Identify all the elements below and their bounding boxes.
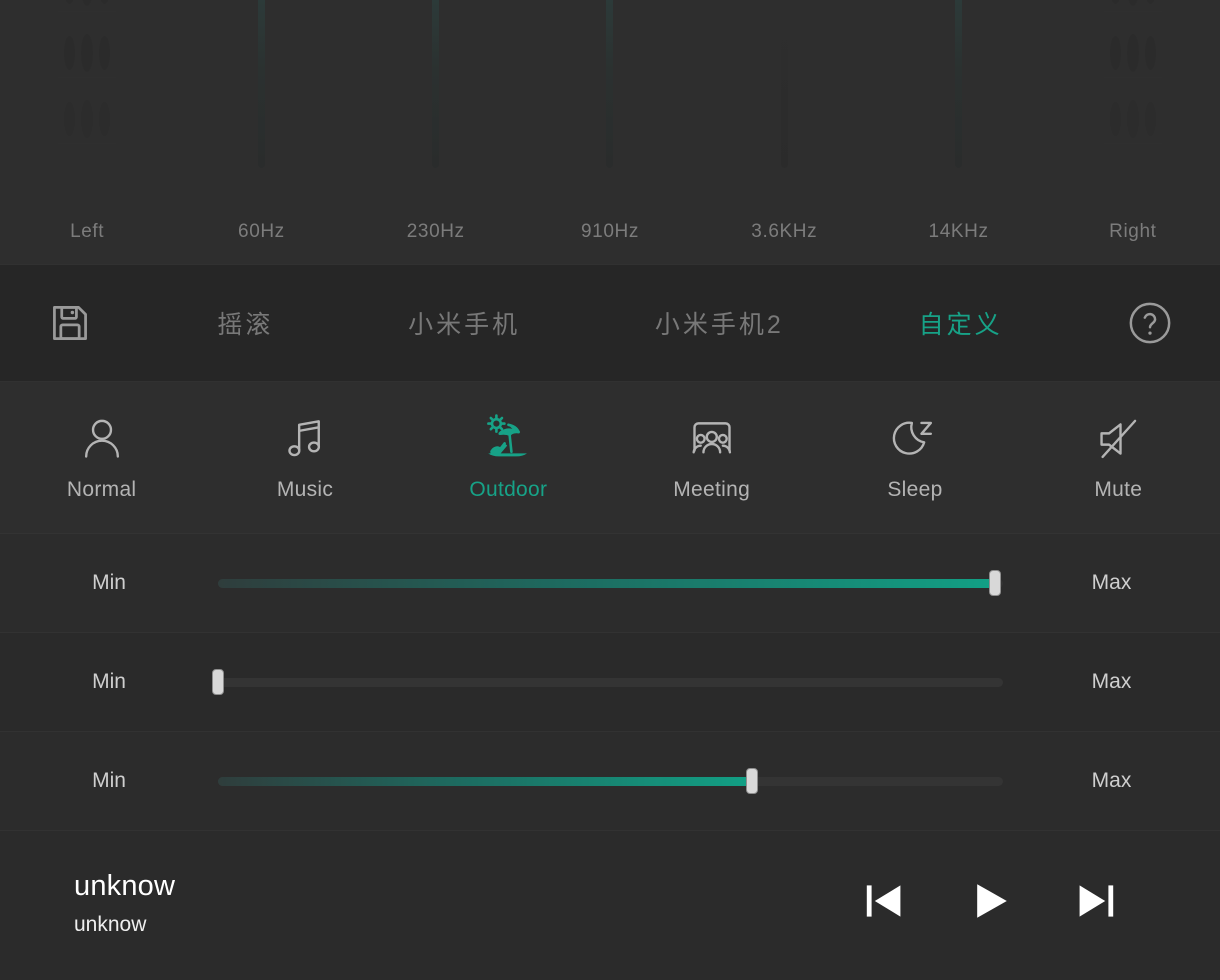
equalizer-band-track[interactable] [955, 0, 963, 168]
equalizer-band-list [0, 0, 1220, 200]
play-button[interactable] [966, 877, 1014, 930]
equalizer-band-60hz[interactable] [174, 0, 348, 200]
sound-mode-label: Mute [1094, 478, 1143, 501]
help-button[interactable] [1080, 300, 1220, 346]
balance-knob[interactable] [1102, 32, 1164, 78]
sound-mode-meeting[interactable]: Meeting [610, 413, 813, 502]
sound-mode-normal[interactable]: Normal [0, 413, 203, 502]
sound-mode-label: Normal [66, 478, 137, 501]
sound-mode-bar: Normal Music Outdoor Meeting Sleep Mute [0, 382, 1220, 534]
skip-next-icon [1072, 877, 1120, 930]
music-note-icon [280, 413, 330, 465]
moon-z-sleep-icon [890, 413, 940, 465]
balance-knob[interactable] [1102, 98, 1164, 144]
equalizer-band-3.6khz[interactable] [697, 0, 871, 200]
equalizer-band-right[interactable] [1046, 0, 1220, 200]
balance-knob-column-left[interactable] [56, 0, 118, 160]
slider-min-label: Min [92, 571, 126, 594]
sound-mode-sleep[interactable]: Sleep [813, 413, 1016, 502]
equalizer-band-230hz[interactable] [349, 0, 523, 200]
sound-mode-label: Sleep [887, 478, 943, 501]
beach-umbrella-icon [480, 413, 536, 465]
player-bar: unknow unknow [0, 831, 1220, 976]
eq-label-3.6khz: 3.6KHz [751, 221, 818, 242]
eq-label-left: Left [70, 221, 105, 242]
equalizer-band-910hz[interactable] [523, 0, 697, 200]
equalizer-band-track[interactable] [432, 0, 440, 168]
equalizer-band-14khz[interactable] [871, 0, 1045, 200]
sound-mode-label: Music [276, 478, 334, 501]
balance-knob[interactable] [56, 98, 118, 144]
eq-label-230hz: 230Hz [406, 221, 465, 242]
sound-mode-label: Meeting [673, 478, 751, 501]
slider-max-label: Max [1091, 769, 1132, 792]
slider-fill [218, 776, 752, 786]
meeting-group-icon [687, 413, 737, 465]
preset-bar: 摇滚 小米手机 小米手机2 自定义 [0, 264, 1220, 382]
track-info: unknow unknow [74, 870, 860, 936]
preset-tab-custom[interactable]: 自定义 [919, 305, 1003, 341]
slider-max-label: Max [1091, 670, 1132, 693]
volume-slider-1[interactable] [218, 570, 1003, 596]
preset-tab-rock[interactable]: 摇滚 [217, 305, 273, 341]
person-icon [77, 413, 127, 465]
sound-mode-mute[interactable]: Mute [1017, 413, 1220, 502]
equalizer-band-track[interactable] [780, 0, 788, 168]
skip-previous-icon [860, 877, 908, 930]
sound-mode-music[interactable]: Music [203, 413, 406, 502]
balance-knob[interactable] [56, 0, 118, 12]
eq-label-14khz: 14KHz [928, 221, 989, 242]
slider-min-label: Min [92, 769, 126, 792]
equalizer-band-track[interactable] [257, 0, 265, 168]
speaker-muted-icon [1093, 413, 1143, 465]
play-icon [966, 877, 1014, 930]
next-track-button[interactable] [1072, 877, 1120, 930]
save-preset-button[interactable] [0, 301, 140, 345]
slider-thumb[interactable] [989, 570, 1002, 596]
preset-tab-mi2[interactable]: 小米手机2 [655, 305, 784, 341]
question-mark-help-icon [1127, 300, 1173, 346]
preset-tab-mi[interactable]: 小米手机 [408, 305, 520, 341]
track-title: unknow [74, 870, 176, 903]
sound-mode-outdoor[interactable]: Outdoor [407, 413, 610, 502]
equalizer-section: Left 60Hz 230Hz 910Hz 3.6KHz 14KHz Right [0, 0, 1220, 264]
eq-label-60hz: 60Hz [238, 221, 285, 242]
floppy-disk-save-icon [48, 301, 92, 345]
volume-slider-row-1: Min Max [0, 534, 1220, 633]
balance-knob-column-right[interactable] [1102, 0, 1164, 160]
eq-label-910hz: 910Hz [581, 221, 639, 242]
track-artist: unknow [74, 912, 147, 936]
balance-knob[interactable] [56, 32, 118, 78]
slider-thumb[interactable] [745, 768, 758, 794]
slider-track[interactable] [218, 677, 1003, 687]
slider-min-label: Min [92, 670, 126, 693]
slider-thumb[interactable] [212, 669, 224, 695]
preset-tab-list: 摇滚 小米手机 小米手机2 自定义 [140, 305, 1080, 341]
volume-slider-row-2: Min Max [0, 633, 1220, 732]
player-controls [860, 877, 1146, 930]
equalizer-band-track[interactable] [606, 0, 614, 168]
volume-slider-row-3: Min Max [0, 732, 1220, 831]
balance-knob[interactable] [1102, 0, 1164, 12]
sound-mode-label: Outdoor [469, 478, 548, 501]
equalizer-band-left[interactable] [0, 0, 174, 200]
volume-slider-3[interactable] [218, 768, 1003, 794]
slider-fill [218, 578, 996, 588]
equalizer-frequency-labels: Left 60Hz 230Hz 910Hz 3.6KHz 14KHz Right [0, 200, 1220, 264]
volume-slider-2[interactable] [212, 669, 1003, 695]
eq-label-right: Right [1109, 221, 1157, 242]
slider-max-label: Max [1091, 571, 1132, 594]
previous-track-button[interactable] [860, 877, 908, 930]
